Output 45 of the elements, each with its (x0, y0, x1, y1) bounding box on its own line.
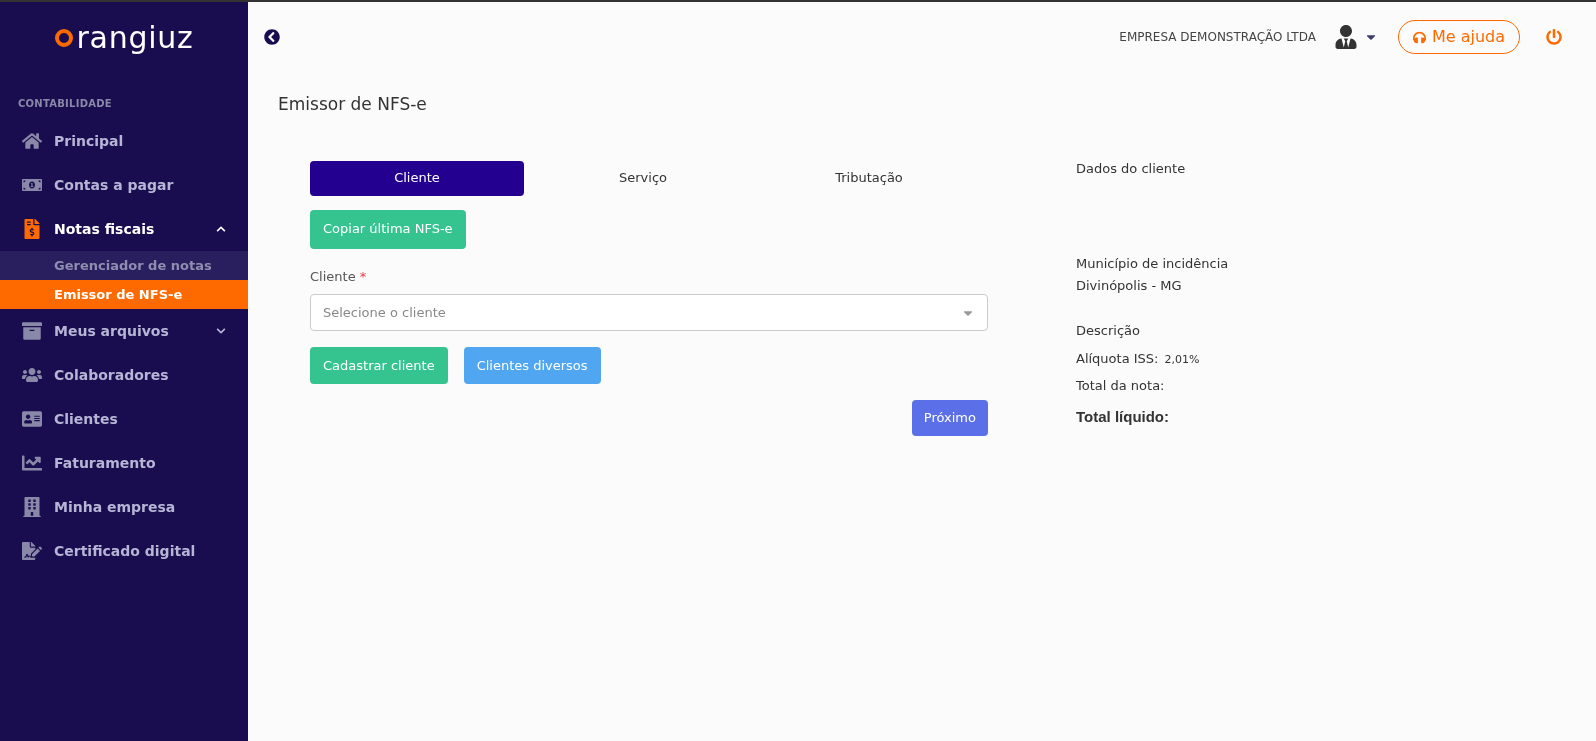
chevron-down-icon (216, 326, 226, 336)
line-chart-icon (22, 453, 42, 473)
logo-wordmark: rangiuz (76, 23, 194, 53)
sidebar-item[interactable]: Principal (0, 119, 248, 163)
sidebar-item[interactable]: Notas fiscais (0, 207, 248, 251)
logo-ring-icon (54, 28, 75, 48)
sidebar-item[interactable]: Contas a pagar (0, 163, 248, 207)
company-name: EMPRESA DEMONSTRAÇÃO LTDA (1119, 28, 1316, 46)
iss-rate-label: Alíquota ISS: (1076, 349, 1159, 368)
power-icon[interactable] (1546, 29, 1562, 45)
sidebar-item[interactable]: Clientes (0, 397, 248, 441)
id-card-icon (22, 409, 42, 429)
client-select-input[interactable]: Selecione o cliente (323, 302, 961, 323)
headset-icon (1412, 30, 1426, 44)
client-field-label: Cliente (310, 267, 356, 286)
page-title: Emissor de NFS-e (278, 93, 428, 116)
tab[interactable]: Tributação (762, 160, 976, 196)
next-button[interactable]: Próximo (911, 400, 988, 436)
building-icon (22, 497, 42, 517)
archive-box-icon (22, 321, 42, 341)
sidebar-item[interactable]: Faturamento (0, 441, 248, 485)
net-total-label: Total líquido: (1076, 406, 1171, 427)
sidebar-section-title: CONTABILIDADE (17, 97, 113, 111)
iss-rate-value: 2,01% (1164, 351, 1200, 368)
collapse-sidebar-icon[interactable] (264, 29, 280, 45)
sidebar-item[interactable]: Colaboradores (0, 353, 248, 397)
client-select[interactable]: Selecione o cliente (310, 294, 988, 331)
tab[interactable]: Serviço (536, 160, 750, 196)
sidebar-item[interactable]: Meus arquivos (0, 309, 248, 353)
signed-document-icon (22, 541, 42, 561)
description-label: Descrição (1076, 322, 1141, 340)
sidebar-item[interactable]: Certificado digital (0, 529, 248, 573)
invoice-icon (22, 219, 42, 239)
chevron-up-icon (216, 224, 226, 234)
invoice-total-label: Total da nota: (1076, 377, 1166, 395)
user-avatar-icon[interactable] (1333, 25, 1358, 49)
municipality-label: Município de incidência (1076, 255, 1229, 273)
sidebar-item[interactable]: Minha empresa (0, 485, 248, 529)
people-icon (22, 365, 42, 385)
tab[interactable]: Cliente (310, 160, 524, 196)
required-asterisk: * (359, 267, 367, 286)
municipality-value: Divinópolis - MG (1076, 276, 1183, 295)
client-data-heading: Dados do cliente (1076, 159, 1187, 178)
home-icon (22, 131, 42, 151)
sidebar-subitem[interactable]: Gerenciador de notas (0, 251, 248, 280)
